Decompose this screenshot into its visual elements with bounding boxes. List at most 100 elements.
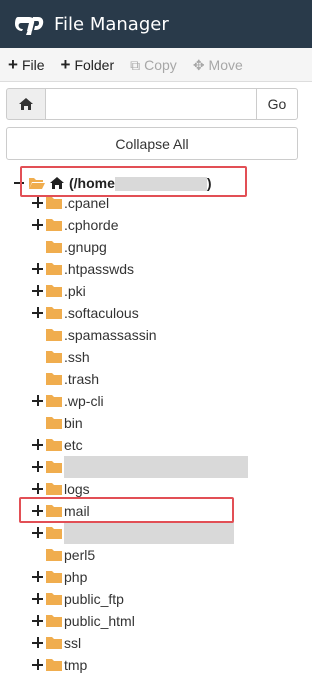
toolbar: + File + Folder ⧉ Copy ✥ Move xyxy=(0,48,312,82)
folder-icon xyxy=(46,373,62,385)
expand-icon[interactable] xyxy=(32,615,44,627)
folder-icon xyxy=(46,615,62,627)
tree-item-label: public_html xyxy=(64,613,135,629)
tree-item[interactable]: .cphorde xyxy=(0,214,312,236)
tree-item-label: .cphorde xyxy=(64,217,119,233)
tree-item[interactable]: etc xyxy=(0,434,312,456)
folder-icon xyxy=(46,351,62,363)
expand-icon[interactable] xyxy=(32,571,44,583)
tree-item-label: .htpasswds xyxy=(64,261,135,277)
tree-root-label: (/home) xyxy=(69,174,212,192)
tree-item[interactable]: .htpasswds xyxy=(0,258,312,280)
new-folder-label: Folder xyxy=(74,56,115,73)
tree-item[interactable]: tmp xyxy=(0,654,312,676)
move-button[interactable]: ✥ Move xyxy=(193,57,243,73)
tree-item-label: .trash xyxy=(64,371,100,387)
tree-item-label: .softaculous xyxy=(64,305,139,321)
folder-icon xyxy=(46,439,62,451)
tree-item[interactable]: .cpanel xyxy=(0,192,312,214)
tree-item[interactable]: bin xyxy=(0,412,312,434)
tree-item-label: perl5 xyxy=(64,547,96,563)
tree-item[interactable]: .softaculous xyxy=(0,302,312,324)
tree-root[interactable]: (/home) xyxy=(14,174,212,192)
expand-icon[interactable] xyxy=(32,527,44,539)
folder-icon xyxy=(46,505,62,517)
tree-item[interactable]: .trash xyxy=(0,368,312,390)
tree-item-label: public_ftp xyxy=(64,591,124,607)
tree-item[interactable]: mail xyxy=(0,500,312,522)
tree-item-label: tmp xyxy=(64,657,88,673)
folder-icon xyxy=(46,197,62,209)
tree-item[interactable]: .wp-cli xyxy=(0,390,312,412)
tree-item-label: .gnupg xyxy=(64,239,107,255)
folder-open-icon xyxy=(29,178,45,189)
tree-item[interactable]: logs xyxy=(0,478,312,500)
copy-label: Copy xyxy=(144,56,177,73)
new-folder-button[interactable]: + Folder xyxy=(61,56,115,73)
collapse-all-button[interactable]: Collapse All xyxy=(6,127,298,160)
copy-icon: ⧉ xyxy=(130,56,141,73)
redacted-folder-name xyxy=(64,522,234,544)
folder-icon xyxy=(46,329,62,341)
folder-icon xyxy=(46,417,62,429)
expand-icon[interactable] xyxy=(32,483,44,495)
plus-icon: + xyxy=(60,55,71,74)
tree-item-label: .ssh xyxy=(64,349,90,365)
tree-item-label: .wp-cli xyxy=(64,393,104,409)
move-icon: ✥ xyxy=(192,56,205,73)
tree-item[interactable]: perl5 xyxy=(0,544,312,566)
expand-icon[interactable] xyxy=(32,307,44,319)
tree-item[interactable]: .pki xyxy=(0,280,312,302)
expand-icon[interactable] xyxy=(32,263,44,275)
tree-item[interactable]: php xyxy=(0,566,312,588)
tree-item[interactable]: .gnupg xyxy=(0,236,312,258)
collapse-icon[interactable] xyxy=(14,182,24,184)
tree-item[interactable]: .ssh xyxy=(0,346,312,368)
path-bar: Go xyxy=(6,88,298,120)
tree-item-label: .cpanel xyxy=(64,195,110,211)
tree-item[interactable] xyxy=(0,522,312,544)
expand-icon[interactable] xyxy=(32,439,44,451)
tree-item-label: ssl xyxy=(64,635,82,651)
expand-icon[interactable] xyxy=(32,505,44,517)
tree-item[interactable]: public_html xyxy=(0,610,312,632)
go-button[interactable]: Go xyxy=(256,88,298,120)
tree-item-label: .pki xyxy=(64,283,86,299)
tree-item[interactable]: .spamassassin xyxy=(0,324,312,346)
folder-icon xyxy=(46,241,62,253)
copy-button[interactable]: ⧉ Copy xyxy=(130,57,177,73)
folder-icon xyxy=(46,483,62,495)
expand-icon[interactable] xyxy=(32,197,44,209)
tree-item[interactable] xyxy=(0,456,312,478)
plus-icon: + xyxy=(8,55,18,74)
folder-icon xyxy=(46,637,62,649)
move-label: Move xyxy=(208,56,243,73)
folder-icon xyxy=(46,593,62,605)
tree-item-label: .spamassassin xyxy=(64,327,157,343)
folder-icon xyxy=(46,395,62,407)
redacted-folder-name xyxy=(64,456,248,478)
expand-icon[interactable] xyxy=(32,659,44,671)
folder-icon xyxy=(46,263,62,275)
expand-icon[interactable] xyxy=(32,593,44,605)
expand-icon[interactable] xyxy=(32,395,44,407)
path-input[interactable] xyxy=(46,88,256,120)
redacted-username xyxy=(114,177,207,192)
expand-icon[interactable] xyxy=(32,219,44,231)
new-file-button[interactable]: + File xyxy=(8,56,45,73)
tree-item[interactable]: public_ftp xyxy=(0,588,312,610)
home-icon xyxy=(50,177,64,189)
new-file-label: File xyxy=(21,56,45,73)
expand-icon[interactable] xyxy=(32,461,44,473)
folder-icon xyxy=(46,527,62,539)
folder-icon xyxy=(46,571,62,583)
home-button[interactable] xyxy=(6,88,46,120)
tree-item-label: php xyxy=(64,569,88,585)
expand-icon[interactable] xyxy=(32,637,44,649)
folder-icon xyxy=(46,659,62,671)
home-icon xyxy=(19,98,33,110)
expand-icon[interactable] xyxy=(32,285,44,297)
folder-icon xyxy=(46,307,62,319)
folder-icon xyxy=(46,219,62,231)
tree-item[interactable]: ssl xyxy=(0,632,312,654)
